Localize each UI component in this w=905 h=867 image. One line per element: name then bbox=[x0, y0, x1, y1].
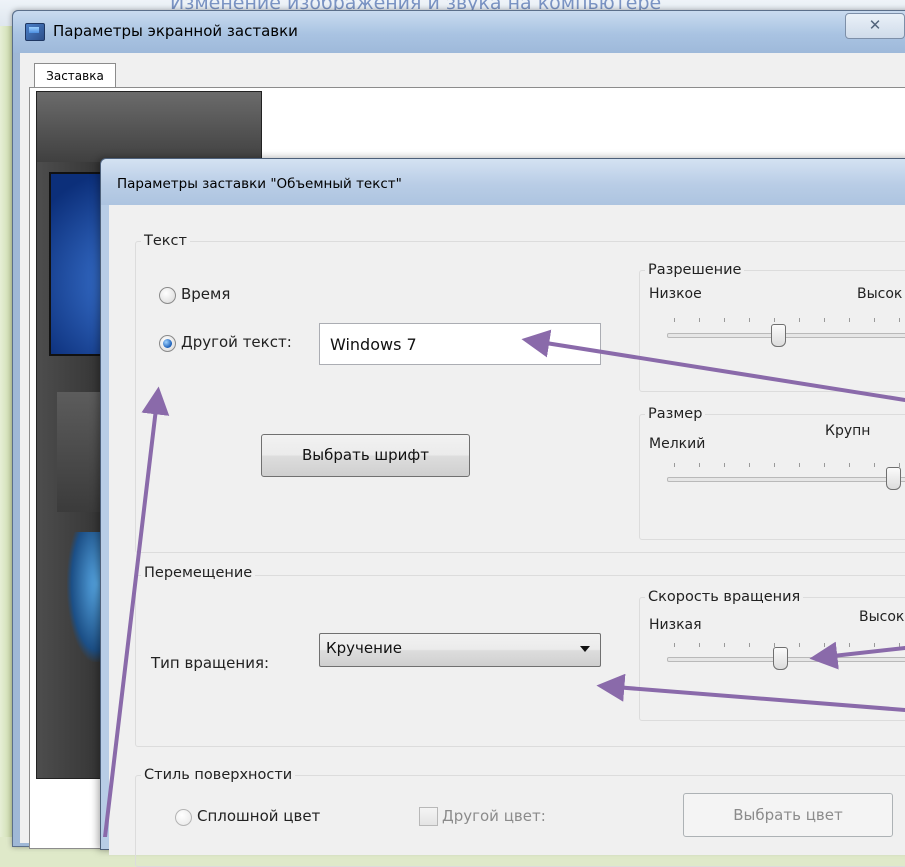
radio-solid-color[interactable] bbox=[175, 809, 192, 826]
resolution-group-title: Разрешение bbox=[645, 262, 745, 278]
3d-text-settings-dialog: Параметры заставки "Объемный текст" Текс… bbox=[100, 158, 905, 867]
text-group-title: Текст bbox=[141, 233, 190, 249]
rotation-speed-group-title: Скорость вращения bbox=[645, 589, 804, 605]
other-color-label: Другой цвет: bbox=[442, 807, 546, 825]
size-group-title: Размер bbox=[645, 406, 706, 422]
resolution-high-label: Высок bbox=[857, 286, 903, 302]
rotation-type-dropdown[interactable]: Кручение bbox=[319, 633, 601, 667]
surface-group-title: Стиль поверхности bbox=[141, 767, 296, 783]
dialog-titlebar[interactable]: Параметры заставки "Объемный текст" bbox=[101, 159, 905, 205]
preview-monitor-top bbox=[37, 92, 261, 162]
close-button[interactable]: ✕ bbox=[845, 13, 905, 39]
resolution-slider-track[interactable] bbox=[667, 333, 905, 338]
radio-time-label: Время bbox=[181, 285, 231, 303]
choose-font-button[interactable]: Выбрать шрифт bbox=[261, 434, 470, 477]
radio-custom-text-label: Другой текст: bbox=[181, 333, 292, 351]
display-icon bbox=[25, 23, 45, 41]
resolution-slider-thumb[interactable] bbox=[771, 324, 786, 347]
motion-group-title: Перемещение bbox=[141, 565, 256, 581]
radio-solid-color-label: Сплошной цвет bbox=[197, 807, 321, 825]
tab-screensaver[interactable]: Заставка bbox=[34, 63, 116, 88]
screensaver-window-titlebar[interactable]: Параметры экранной заставки ✕ bbox=[13, 11, 905, 53]
radio-custom-text[interactable] bbox=[159, 335, 176, 352]
resolution-ticks bbox=[674, 318, 904, 322]
custom-text-input[interactable] bbox=[319, 323, 601, 365]
resolution-low-label: Низкое bbox=[649, 286, 702, 302]
size-slider-thumb[interactable] bbox=[886, 467, 902, 490]
chevron-down-icon bbox=[580, 646, 590, 652]
radio-time[interactable] bbox=[159, 287, 176, 304]
size-ticks bbox=[674, 463, 904, 467]
size-high-label: Крупн bbox=[825, 423, 871, 439]
rotation-speed-low-label: Низкая bbox=[649, 617, 702, 633]
size-low-label: Мелкий bbox=[649, 436, 706, 452]
other-color-checkbox[interactable] bbox=[419, 807, 438, 826]
rotation-type-label: Тип вращения: bbox=[151, 654, 270, 672]
choose-color-button[interactable]: Выбрать цвет bbox=[683, 793, 893, 837]
screensaver-window-title: Параметры экранной заставки bbox=[53, 22, 298, 40]
rotation-speed-high-label: Высок bbox=[859, 609, 905, 625]
dialog-body: Текст Время Другой текст: Выбрать шрифт … bbox=[109, 205, 905, 867]
rotation-speed-ticks bbox=[674, 643, 904, 647]
rotation-speed-slider-thumb[interactable] bbox=[773, 647, 789, 670]
size-slider-track[interactable] bbox=[667, 477, 905, 482]
rotation-type-value: Кручение bbox=[326, 639, 402, 657]
dialog-title: Параметры заставки "Объемный текст" bbox=[117, 176, 402, 192]
close-icon: ✕ bbox=[868, 16, 882, 34]
